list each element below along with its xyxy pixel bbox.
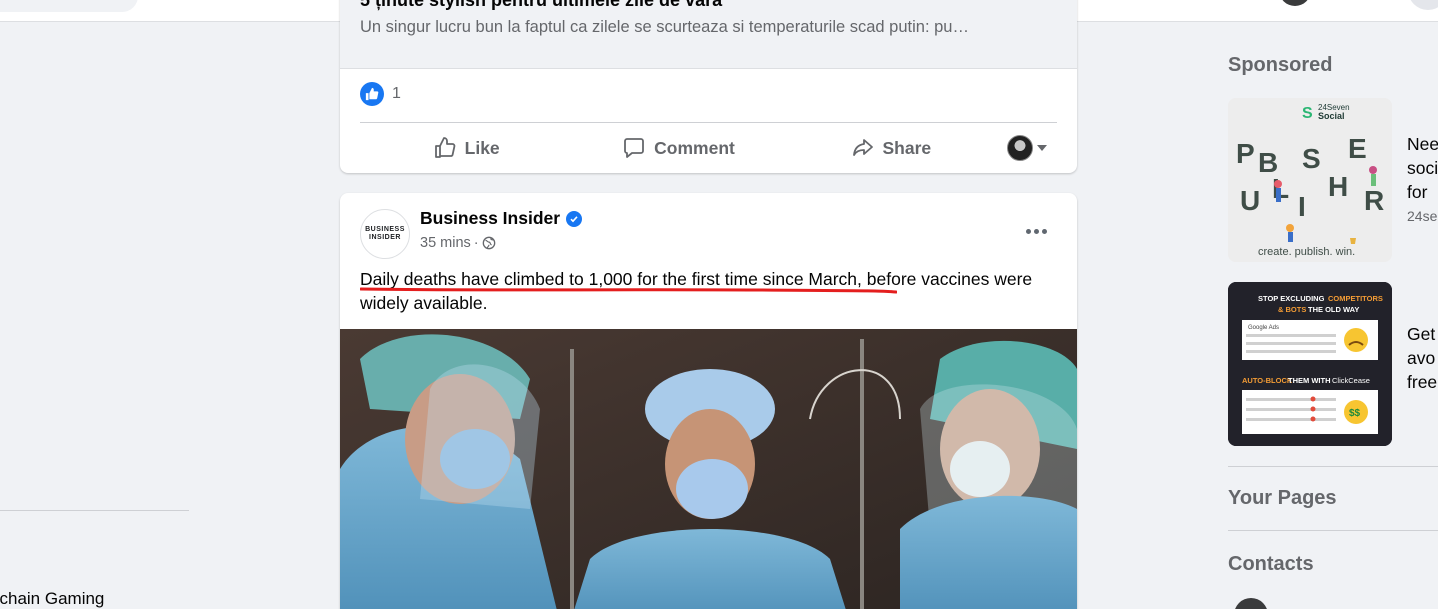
comment-icon [624,138,645,158]
svg-text:THE OLD WAY: THE OLD WAY [1308,305,1359,314]
ad-1-line-1: Nee [1407,134,1438,154]
svg-text:H: H [1328,171,1348,202]
post-timestamp[interactable]: 35 mins [420,235,471,251]
left-sidebar-shortcut[interactable]: kchain Gaming [0,589,104,609]
page-avatar-text: BUSINESS INSIDER [365,226,405,241]
share-icon [852,139,873,156]
ad-24seven-illustration: 24Seven Social S P B S E U L I H R creat… [1228,98,1392,262]
medical-workers-photo [340,329,1077,609]
share-button[interactable]: Share [785,130,997,166]
ad-image-clickcease[interactable]: STOP EXCLUDING COMPETITORS & BOTS THE OL… [1228,282,1392,446]
svg-text:& BOTS: & BOTS [1278,305,1306,314]
svg-text:E: E [1348,133,1367,164]
dot-icon [1041,228,1047,234]
link-preview-description: Un singur lucru bun la faptul ca zilele … [360,18,969,36]
svg-text:S: S [1302,143,1321,174]
page-avatar[interactable]: BUSINESS INSIDER [360,209,410,259]
chevron-down-icon [1036,145,1047,151]
ad-2-line-3: free [1407,372,1438,392]
like-button[interactable]: Like [360,130,572,166]
contact-avatar[interactable] [1234,598,1268,609]
previous-post-card: 5 ținute stylish pentru ultimele zile de… [340,0,1077,173]
svg-text:COMPETITORS: COMPETITORS [1328,294,1383,303]
your-pages-heading: Your Pages [1228,487,1337,509]
profile-avatar-small [1006,135,1033,161]
ad-1-source: 24se [1407,208,1438,224]
post-meta: 35 mins · [420,235,496,251]
ad-tagline: create. publish. win. [1258,246,1355,258]
svg-text:I: I [1298,191,1306,222]
svg-text:STOP EXCLUDING: STOP EXCLUDING [1258,294,1325,303]
post-photo[interactable] [340,329,1077,609]
svg-text:Google Ads: Google Ads [1248,325,1279,331]
ad-image-24seven[interactable]: 24Seven Social S P B S E U L I H R creat… [1228,98,1392,262]
red-underline-annotation [360,287,897,294]
post-header: Business Insider [420,208,583,229]
comment-button[interactable]: Comment [572,130,784,166]
contacts-heading: Contacts [1228,553,1314,575]
reaction-summary[interactable]: 1 [360,82,401,106]
dot-icon [1033,228,1039,234]
ad-clickcease-illustration: STOP EXCLUDING COMPETITORS & BOTS THE OL… [1228,282,1392,446]
ad-1-text[interactable]: Nee soci for [1407,132,1438,204]
profile-avatar[interactable] [1279,0,1311,6]
svg-text:$$: $$ [1349,408,1361,419]
search-field[interactable] [0,0,138,12]
reaction-count: 1 [392,85,401,102]
svg-text:AUTO-BLOCK: AUTO-BLOCK [1242,376,1293,385]
dot-icon [1025,228,1031,234]
svg-text:ClickCease: ClickCease [1332,376,1370,385]
thumbs-up-icon [434,137,455,158]
link-preview[interactable]: 5 ținute stylish pentru ultimele zile de… [340,0,1077,69]
ad-brand-bottom: Social [1318,111,1345,121]
reaction-profile-selector[interactable] [997,135,1057,161]
menu-button[interactable] [1408,0,1438,10]
globe-icon [482,236,495,250]
sponsored-heading: Sponsored [1228,54,1333,76]
post-author[interactable]: Business Insider [420,208,560,229]
post-actions-bar: Like Comment Share [360,130,1057,166]
actions-divider [360,122,1057,123]
ad-brand-logo-icon: S [1302,105,1313,122]
ad-2-line-2: avo [1407,348,1436,368]
post-card: BUSINESS INSIDER Business Insider 35 min… [340,193,1077,609]
post-options-button[interactable] [1018,215,1054,247]
ad-2-line-1: Get [1407,324,1436,344]
ad-1-line-3: for [1407,182,1428,202]
svg-text:P: P [1236,138,1255,169]
meta-separator: · [473,235,479,251]
svg-text:THEM WITH: THEM WITH [1288,376,1331,385]
ad-1-line-2: soci [1407,158,1438,178]
right-sidebar-divider [1228,530,1438,531]
like-button-label: Like [464,137,500,158]
verified-badge-icon [566,210,583,227]
link-preview-title[interactable]: 5 ținute stylish pentru ultimele zile de… [360,0,722,11]
share-button-label: Share [882,137,932,158]
comment-button-label: Comment [654,137,735,158]
left-sidebar-divider [0,510,189,511]
like-reaction-icon [360,82,384,106]
svg-text:U: U [1240,185,1260,216]
right-sidebar-divider [1228,466,1438,467]
svg-text:R: R [1364,185,1384,216]
ad-2-text[interactable]: Get avo free [1407,322,1437,394]
